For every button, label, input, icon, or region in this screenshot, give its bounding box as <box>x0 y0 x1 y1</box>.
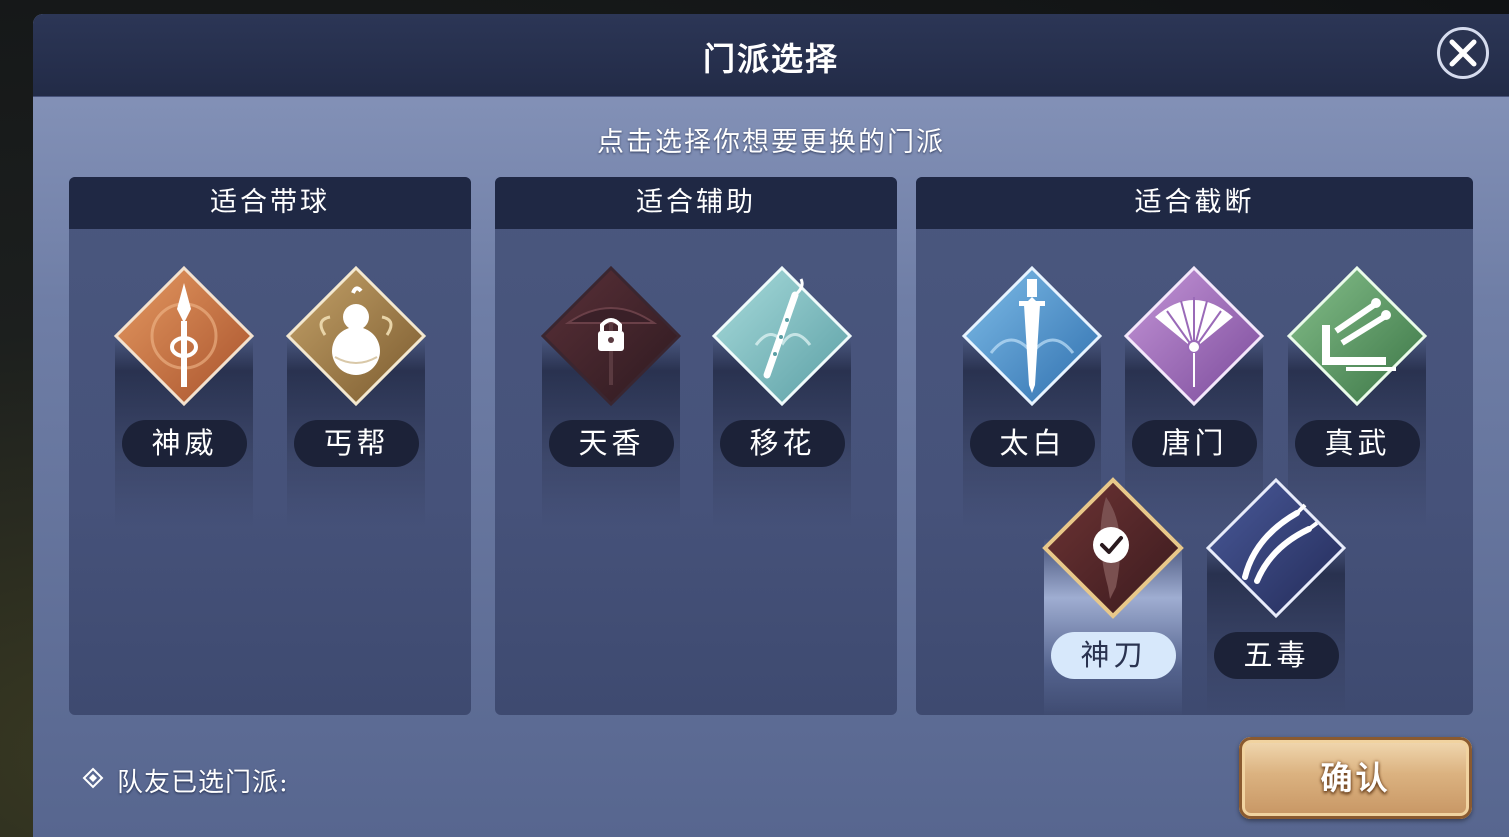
sect-name: 移花 <box>720 420 845 467</box>
sect-card-tianxiang[interactable]: 天香 <box>540 265 682 527</box>
hooks-icon <box>1205 477 1347 619</box>
group-panel-support: 适合辅助 天香 移花 <box>495 177 897 715</box>
dialog-title: 门派选择 <box>702 40 839 78</box>
sect-card-wudu[interactable]: 五毒 <box>1205 477 1347 715</box>
blade-icon <box>1042 477 1184 619</box>
sect-name: 神威 <box>122 420 247 467</box>
sect-name: 神刀 <box>1051 632 1176 679</box>
group-title: 适合带球 <box>69 177 471 229</box>
instruction-text: 点击选择你想要更换的门派 <box>597 127 945 158</box>
sect-name: 天香 <box>549 420 674 467</box>
sect-name: 真武 <box>1295 420 1420 467</box>
sect-name: 丐帮 <box>294 420 419 467</box>
sect-name: 五毒 <box>1214 632 1339 679</box>
group-title: 适合辅助 <box>495 177 897 229</box>
sect-card-shenwei[interactable]: 神威 <box>113 265 255 527</box>
group-panel-dribble: 适合带球 神威 丐帮 <box>69 177 471 715</box>
fan-icon <box>1123 265 1265 407</box>
sect-name: 唐门 <box>1132 420 1257 467</box>
close-icon <box>1449 39 1477 67</box>
title-bar: 门派选择 <box>33 14 1509 97</box>
sect-card-shendao[interactable]: 神刀 <box>1042 477 1184 715</box>
sect-selection-dialog: 门派选择 点击选择你想要更换的门派 适合带球 神威 丐帮 适合辅助 天香 移花 … <box>33 14 1509 837</box>
sect-card-yihua[interactable]: 移花 <box>711 265 853 527</box>
flute-icon <box>711 265 853 407</box>
sword-icon <box>961 265 1103 407</box>
sect-card-gaibang[interactable]: 丐帮 <box>285 265 427 527</box>
teammates-selected-label: 队友已选门派: <box>117 768 289 798</box>
group-title: 适合截断 <box>916 177 1473 229</box>
swords-icon <box>1286 265 1428 407</box>
gourd-icon <box>285 265 427 407</box>
diamond-bullet-icon <box>82 767 104 789</box>
spear-icon <box>113 265 255 407</box>
group-panel-intercept: 适合截断 太白 唐门 真武 神刀 五毒 <box>916 177 1473 715</box>
umbrella-icon <box>540 265 682 407</box>
sect-name: 太白 <box>970 420 1095 467</box>
confirm-button[interactable]: 确认 <box>1239 737 1472 819</box>
close-button[interactable] <box>1437 27 1489 79</box>
